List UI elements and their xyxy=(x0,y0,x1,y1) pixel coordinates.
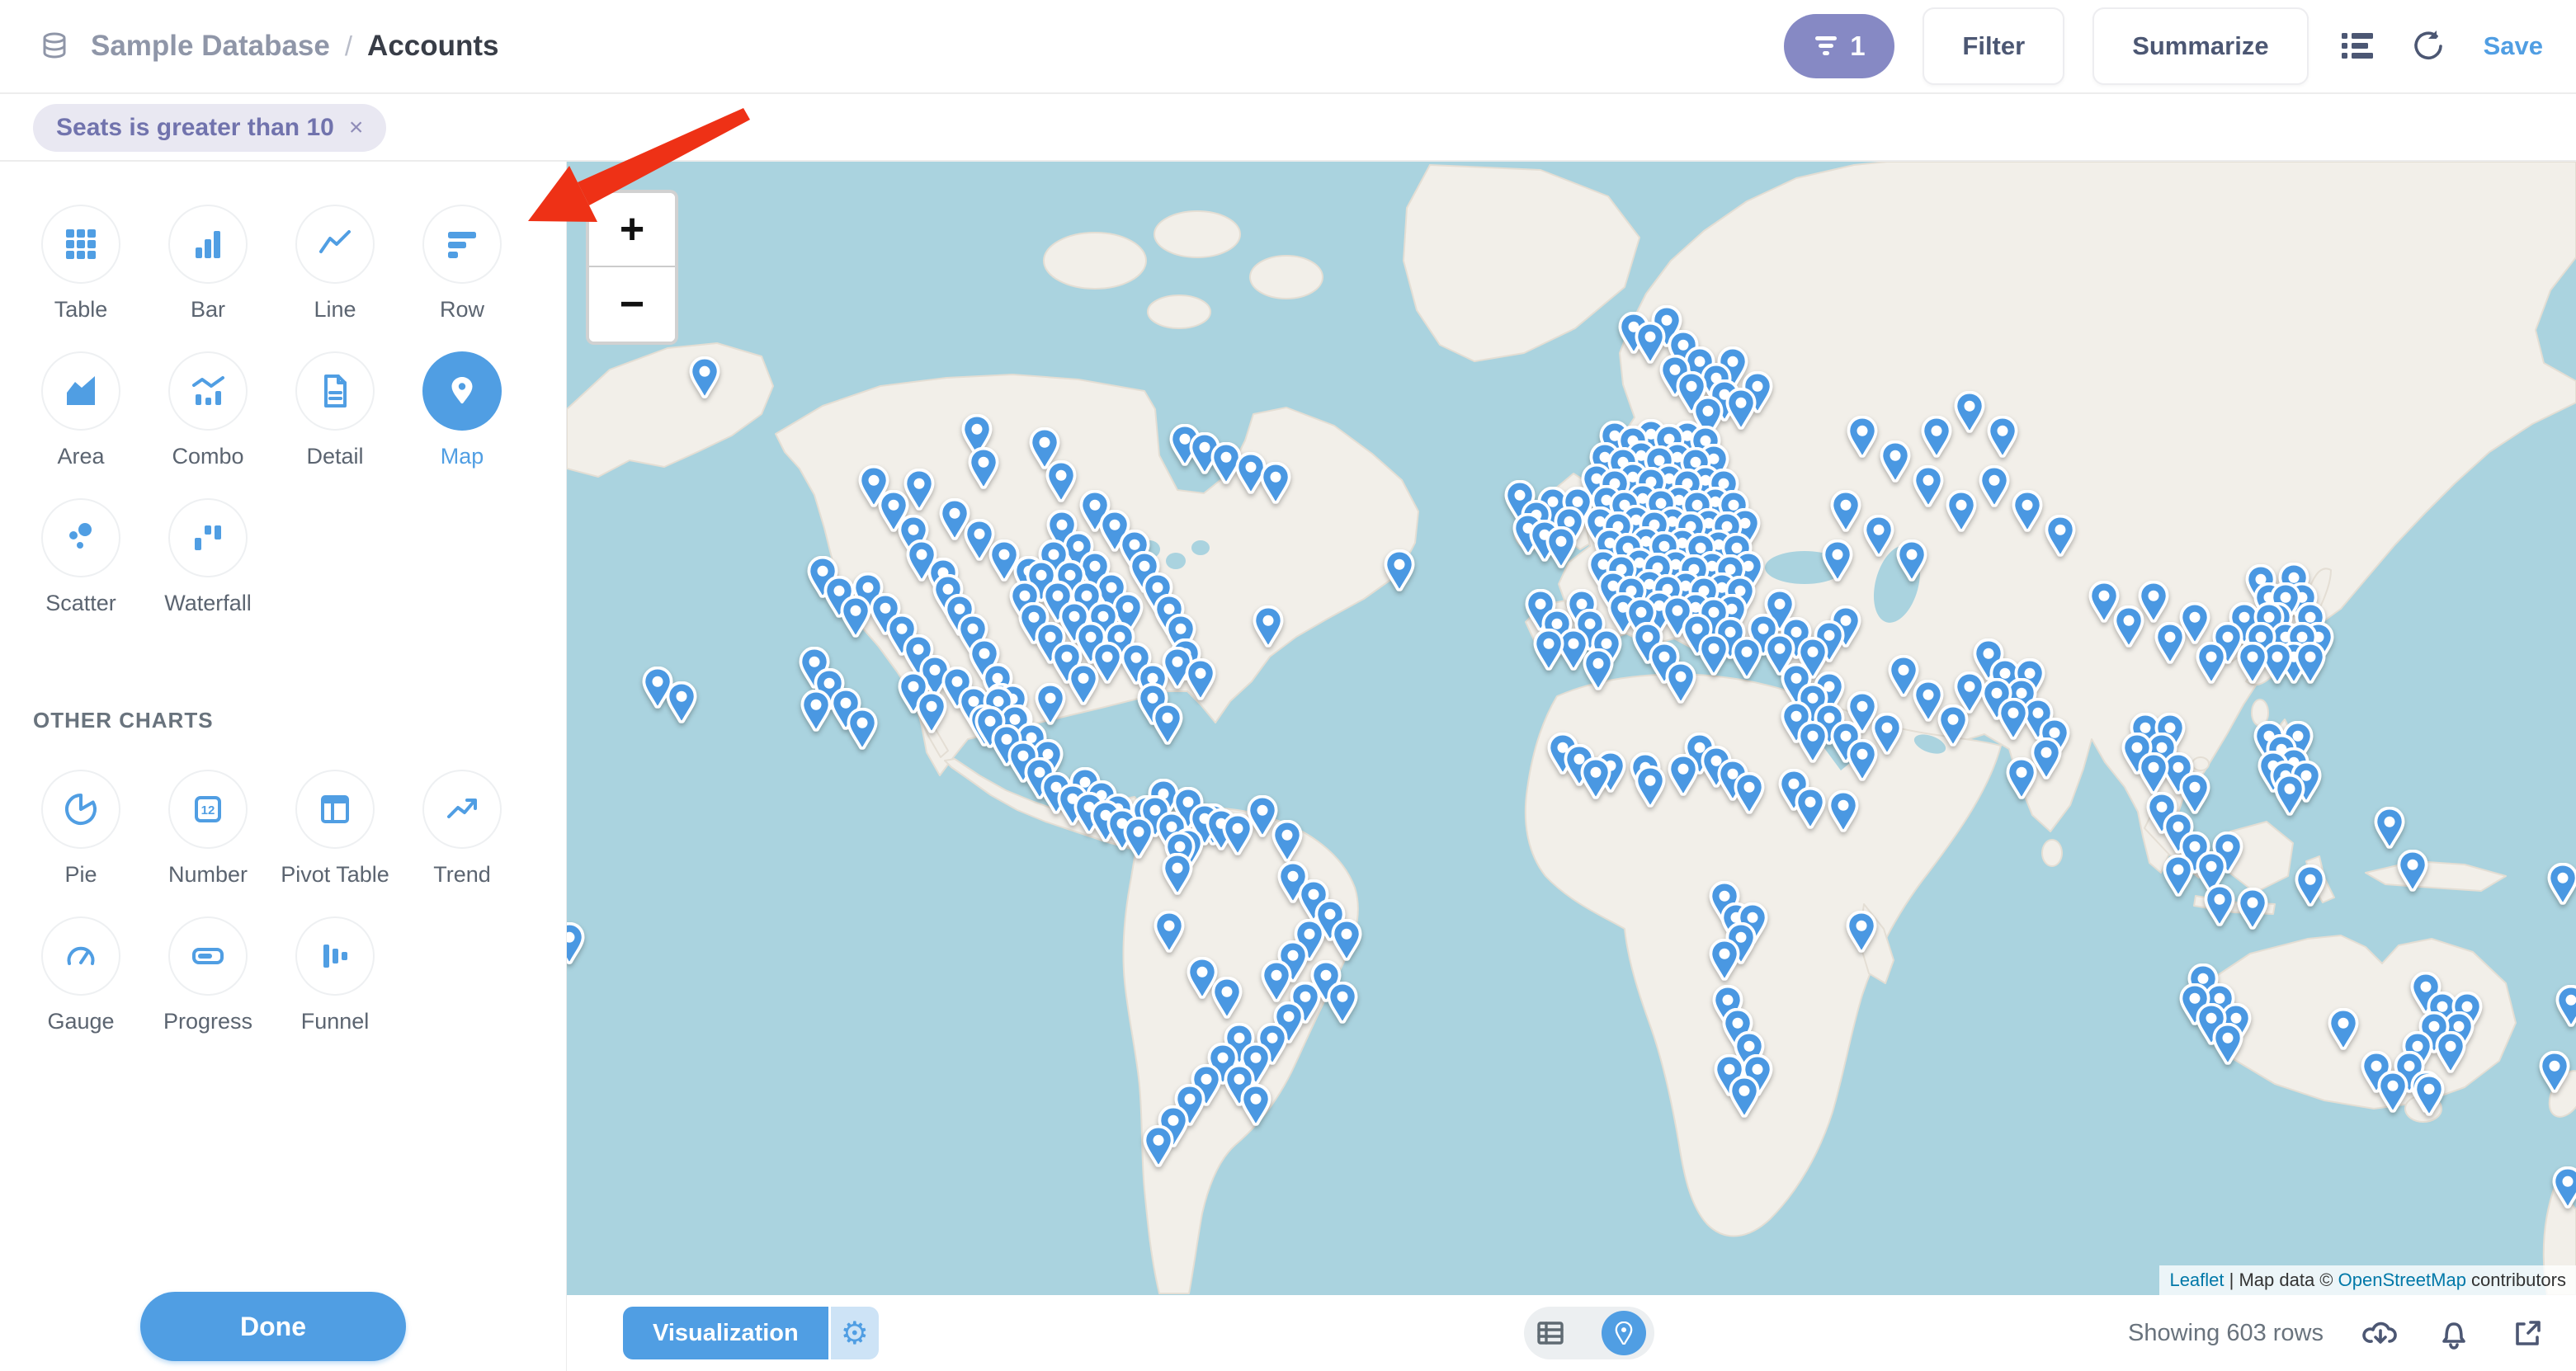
breadcrumb-separator: / xyxy=(345,31,352,62)
chart-type-waterfall[interactable]: Waterfall xyxy=(144,498,271,645)
table-mode-button[interactable] xyxy=(1532,1315,1569,1351)
other-chart-grid: Pie 12 Number Pivot Table Trend xyxy=(17,770,566,1063)
chart-type-scatter[interactable]: Scatter xyxy=(17,498,144,645)
chart-type-map[interactable]: Map xyxy=(399,351,526,498)
main-chart-grid: Table Bar Line Row Area xyxy=(17,205,566,645)
chart-type-detail[interactable]: Detail xyxy=(271,351,399,498)
combo-chart-icon xyxy=(190,373,226,409)
waterfall-chart-icon xyxy=(190,520,226,556)
bell-icon[interactable] xyxy=(2436,1315,2472,1351)
chart-type-line[interactable]: Line xyxy=(271,205,399,351)
filter-chip-remove-icon[interactable]: × xyxy=(349,114,364,142)
map-mode-pin-icon xyxy=(1612,1322,1635,1345)
other-charts-heading: OTHER CHARTS xyxy=(33,708,566,733)
chart-type-bar[interactable]: Bar xyxy=(144,205,271,351)
table-icon xyxy=(63,226,99,262)
chart-type-trend[interactable]: Trend xyxy=(399,770,526,916)
chart-type-number[interactable]: 12 Number xyxy=(144,770,271,916)
top-header: Sample Database / Accounts 1 Filter Summ… xyxy=(0,0,2576,94)
attribution-suffix: contributors xyxy=(2466,1270,2566,1291)
chart-type-sidebar: Table Bar Line Row Area xyxy=(0,162,567,1371)
map-mode-button[interactable] xyxy=(1602,1311,1646,1355)
attribution-text: | Map data © xyxy=(2225,1270,2338,1291)
bar-chart-icon xyxy=(190,226,226,262)
map-attribution: Leaflet | Map data © OpenStreetMap contr… xyxy=(2159,1265,2576,1295)
map-zoom-control: + − xyxy=(586,190,678,345)
chart-type-area[interactable]: Area xyxy=(17,351,144,498)
filter-bar: Seats is greater than 10 × xyxy=(0,96,2576,162)
share-icon[interactable] xyxy=(2510,1315,2546,1351)
chart-type-table[interactable]: Table xyxy=(17,205,144,351)
detail-icon xyxy=(317,373,353,409)
scatter-chart-icon xyxy=(63,520,99,556)
visualization-settings-button[interactable]: ⚙ xyxy=(831,1307,879,1359)
refresh-icon[interactable] xyxy=(2408,25,2451,68)
breadcrumb-database[interactable]: Sample Database xyxy=(91,30,330,63)
world-map xyxy=(567,162,2576,1295)
active-filter-badge[interactable]: 1 xyxy=(1784,14,1894,78)
filter-button[interactable]: Filter xyxy=(1923,7,2064,85)
map-canvas[interactable]: + − Leaflet | Map data © OpenStreetMap c… xyxy=(567,162,2576,1295)
summarize-button[interactable]: Summarize xyxy=(2092,7,2308,85)
table-mode-icon xyxy=(1536,1319,1564,1347)
zoom-in-button[interactable]: + xyxy=(589,193,675,267)
bottom-bar: Visualization ⚙ Showing 603 rows xyxy=(567,1295,2576,1371)
gauge-icon xyxy=(63,938,99,974)
zoom-out-button[interactable]: − xyxy=(589,267,675,342)
svg-text:12: 12 xyxy=(201,803,215,817)
openstreetmap-link[interactable]: OpenStreetMap xyxy=(2338,1270,2466,1291)
filter-chip[interactable]: Seats is greater than 10 × xyxy=(33,104,386,152)
breadcrumb: Sample Database / Accounts xyxy=(33,25,499,68)
map-pin-icon xyxy=(444,373,480,409)
display-mode-toggle xyxy=(1524,1307,1654,1359)
breadcrumb-table[interactable]: Accounts xyxy=(367,30,498,63)
visualization-button[interactable]: Visualization xyxy=(623,1307,828,1359)
notebook-editor-icon[interactable] xyxy=(2337,25,2380,68)
leaflet-link[interactable]: Leaflet xyxy=(2169,1270,2224,1291)
chart-type-pie[interactable]: Pie xyxy=(17,770,144,916)
chart-type-progress[interactable]: Progress xyxy=(144,916,271,1063)
chart-type-combo[interactable]: Combo xyxy=(144,351,271,498)
funnel-icon xyxy=(1814,35,1838,57)
database-icon xyxy=(33,25,76,68)
filter-chip-label[interactable]: Seats is greater than 10 xyxy=(56,114,334,142)
done-button[interactable]: Done xyxy=(140,1292,406,1361)
progress-icon xyxy=(190,938,226,974)
row-chart-icon xyxy=(444,226,480,262)
line-chart-icon xyxy=(317,226,353,262)
area-chart-icon xyxy=(63,373,99,409)
chart-type-funnel[interactable]: Funnel xyxy=(271,916,399,1063)
chart-type-row[interactable]: Row xyxy=(399,205,526,351)
gear-icon: ⚙ xyxy=(841,1315,869,1352)
filter-badge-count: 1 xyxy=(1850,31,1865,62)
save-button[interactable]: Save xyxy=(2484,31,2543,61)
pie-chart-icon xyxy=(63,791,99,827)
download-icon[interactable] xyxy=(2361,1315,2398,1351)
trend-icon xyxy=(444,791,480,827)
chart-type-gauge[interactable]: Gauge xyxy=(17,916,144,1063)
funnel-chart-icon xyxy=(317,938,353,974)
chart-type-pivot-table[interactable]: Pivot Table xyxy=(271,770,399,916)
pivot-table-icon xyxy=(317,791,353,827)
number-icon: 12 xyxy=(190,791,226,827)
row-count-label: Showing 603 rows xyxy=(2128,1320,2324,1347)
